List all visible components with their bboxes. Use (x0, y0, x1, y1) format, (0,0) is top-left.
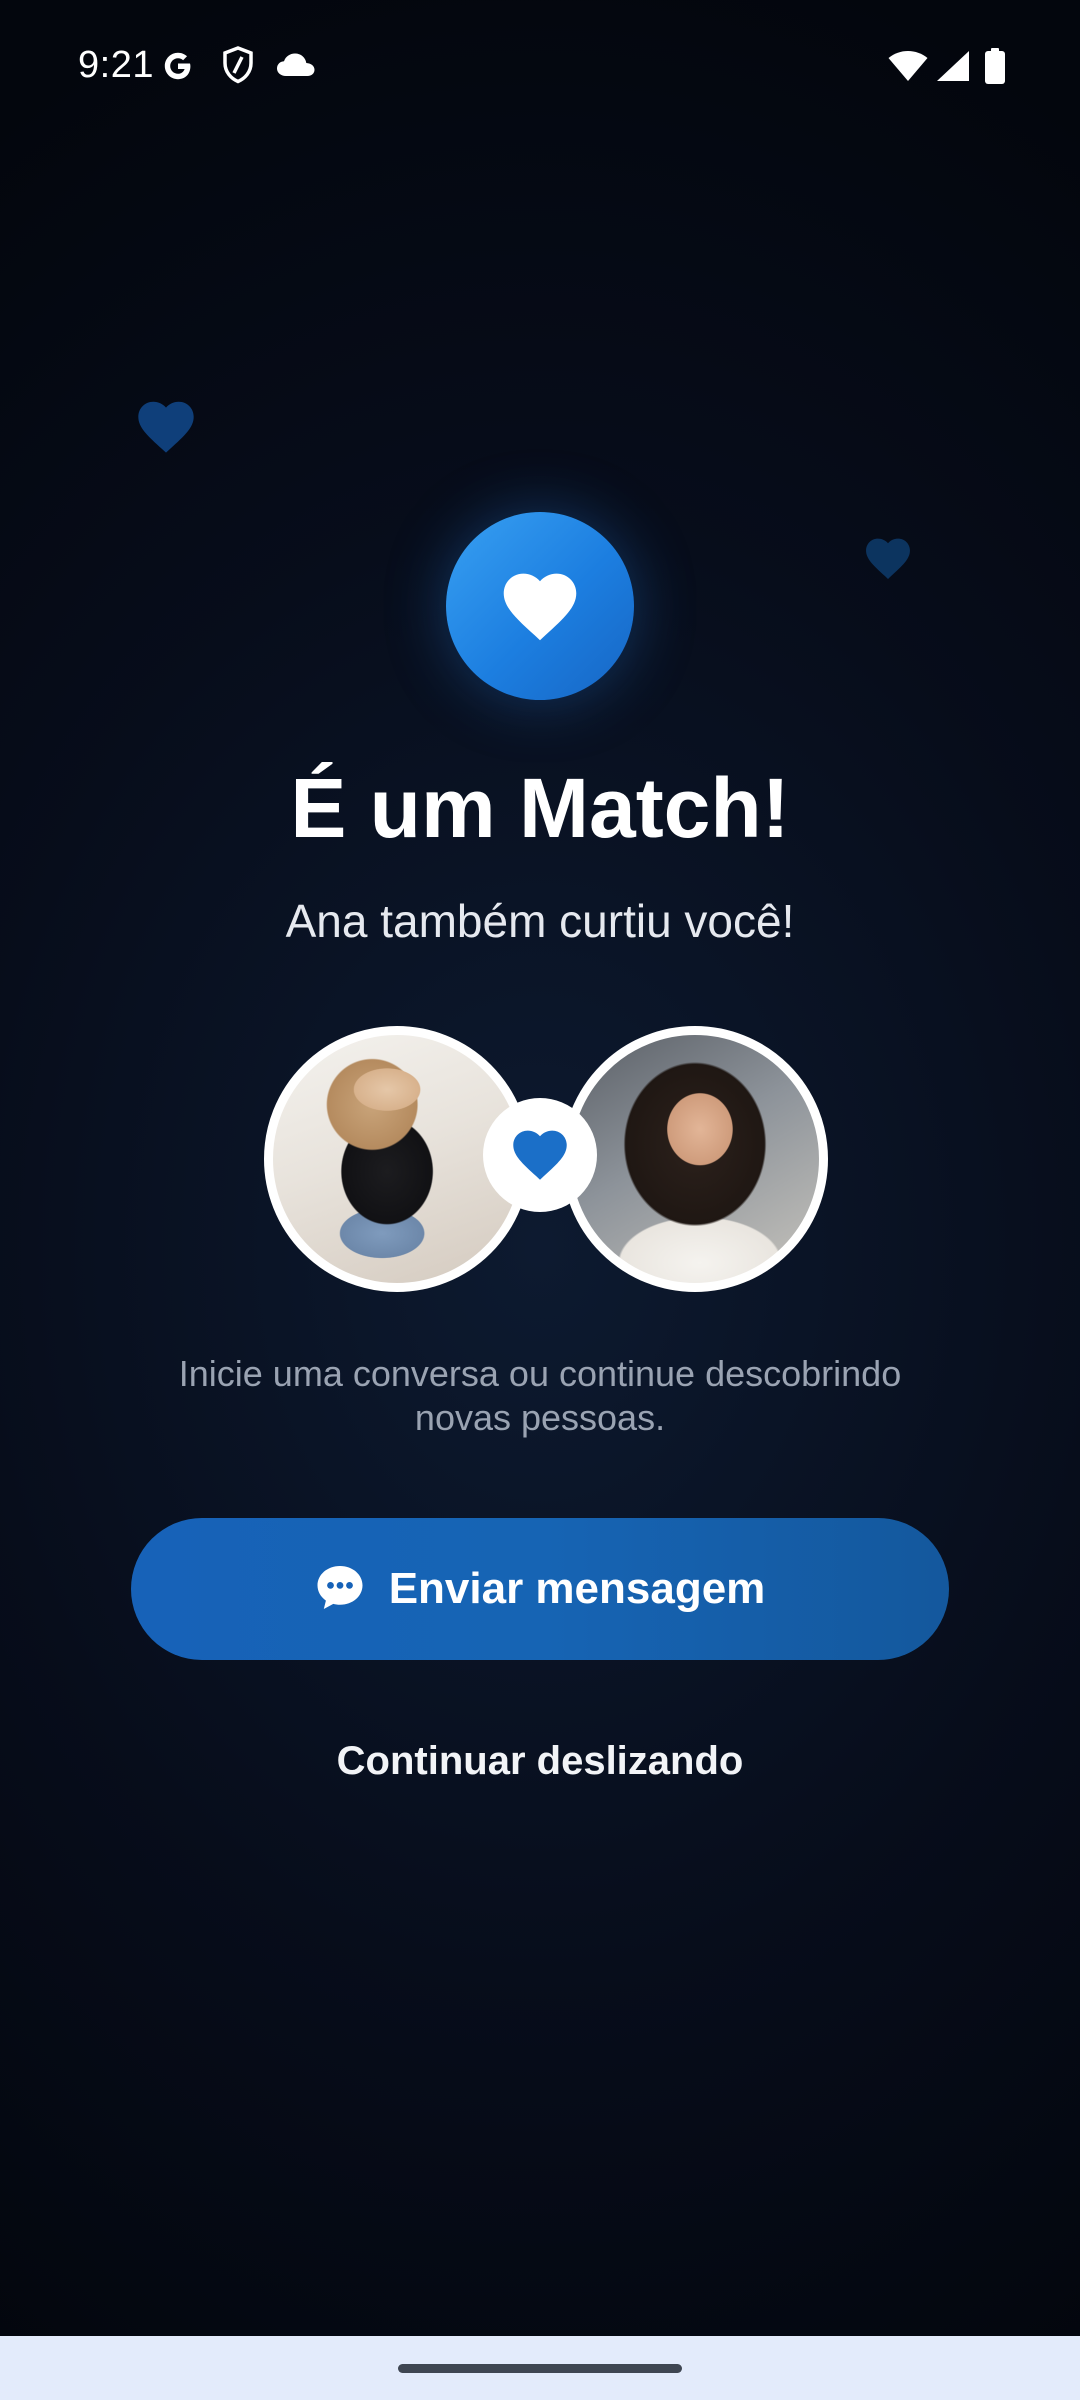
home-indicator[interactable] (398, 2364, 682, 2373)
match-heart-badge (446, 512, 634, 700)
battery-icon (985, 48, 1005, 89)
heart-icon (509, 1125, 571, 1186)
avatar-link-heart (483, 1098, 597, 1212)
match-subtitle: Ana também curtiu você! (285, 895, 795, 947)
shield-icon (222, 46, 254, 89)
status-bar: 9:21 (0, 0, 1080, 132)
continue-swiping-button[interactable]: Continuar deslizando (290, 1726, 790, 1796)
heart-icon (498, 566, 582, 647)
match-title: É um Match! (290, 761, 790, 855)
cloud-icon (276, 52, 316, 83)
system-nav-bar (0, 2336, 1080, 2400)
status-time: 9:21 (78, 44, 154, 86)
floating-heart-icon (862, 534, 914, 585)
floating-heart-icon (134, 396, 198, 459)
send-message-button[interactable]: Enviar mensagem (131, 1518, 949, 1660)
chat-bubble-icon (315, 1563, 365, 1616)
google-icon (160, 48, 196, 89)
helper-text: Inicie uma conversa ou continue descobri… (178, 1353, 902, 1438)
signal-icon (936, 50, 970, 87)
match-avatar (562, 1026, 828, 1292)
send-message-label: Enviar mensagem (388, 1564, 766, 1613)
wifi-icon (888, 50, 928, 87)
